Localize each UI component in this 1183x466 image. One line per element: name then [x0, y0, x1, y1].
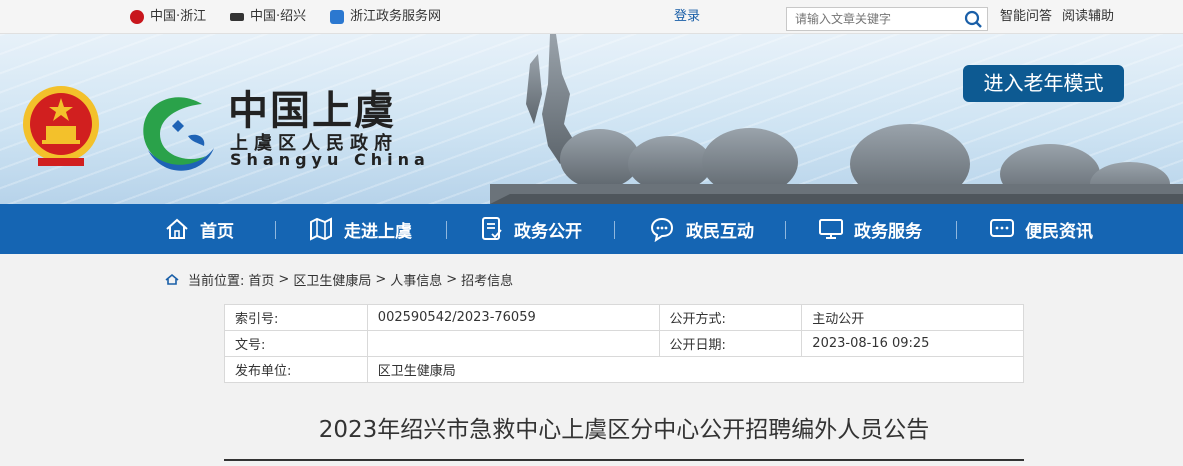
nav-home[interactable]: 首页 [164, 204, 234, 254]
link-zjzwfw[interactable]: 浙江政务服务网 [330, 0, 441, 33]
site-title: 中国上虞 [228, 87, 396, 134]
chat-icon [650, 217, 674, 242]
home-icon [166, 218, 188, 239]
link-zjzwfw-label: 浙江政务服务网 [350, 9, 442, 24]
breadcrumb-home[interactable]: 首页 [248, 270, 274, 289]
breadcrumb: 当前位置: 首页 > 区卫生健康局 > 人事信息 > 招考信息 [164, 268, 517, 290]
site-english-name: Shangyu China [230, 150, 430, 169]
main-nav: 首页 走进上虞 政务公开 政民互动 政务服务 便民资讯 [0, 204, 1183, 254]
table-row: 发布单位: 区卫生健康局 [224, 356, 1025, 383]
nav-divider [956, 221, 957, 239]
issuer-value: 区卫生健康局 [366, 356, 1025, 383]
method-label: 公开方式: [658, 304, 803, 331]
reading-aid-link[interactable]: 阅读辅助 [1062, 0, 1114, 33]
breadcrumb-recruitment[interactable]: 招考信息 [461, 270, 513, 289]
doc-number-label: 文号: [224, 330, 368, 357]
nav-divider [785, 221, 786, 239]
nav-divider [614, 221, 615, 239]
login-link[interactable]: 登录 [674, 0, 700, 33]
index-value: 002590542/2023-76059 [366, 304, 660, 331]
doc-number-value [366, 330, 660, 357]
elephant-sculpture-image [490, 34, 1183, 204]
header-banner: 中国上虞 上虞区人民政府 Shangyu China 进入老年模式 [0, 34, 1183, 204]
issuer-label: 发布单位: [224, 356, 368, 383]
search-input[interactable] [787, 8, 955, 30]
nav-interaction[interactable]: 政民互动 [648, 204, 754, 254]
nav-convenience-label: 便民资讯 [1025, 221, 1093, 242]
nav-divider [446, 221, 447, 239]
document-info-table: 索引号: 002590542/2023-76059 公开方式: 主动公开 文号:… [224, 304, 1025, 383]
national-emblem-icon [130, 9, 144, 24]
link-zhejiang-label: 中国·浙江 [150, 9, 207, 24]
search-box [786, 7, 988, 31]
breadcrumb-separator: > [278, 271, 290, 287]
map-icon [310, 217, 332, 241]
search-icon [964, 10, 982, 28]
table-row: 索引号: 002590542/2023-76059 公开方式: 主动公开 [224, 304, 1024, 331]
document-icon [482, 217, 502, 240]
zjzwfw-logo-icon [330, 9, 344, 24]
nav-convenience[interactable]: 便民资讯 [989, 204, 1093, 254]
link-zhejiang[interactable]: 中国·浙江 [130, 0, 206, 33]
breadcrumb-label: 当前位置: [188, 273, 245, 289]
nav-services[interactable]: 政务服务 [818, 204, 922, 254]
breadcrumb-separator: > [446, 271, 458, 287]
monitor-icon [819, 219, 843, 239]
national-emblem-icon [23, 86, 99, 166]
nav-home-label: 首页 [200, 221, 234, 242]
article-title: 2023年绍兴市急救中心上虞区分中心公开招聘编外人员公告 [318, 417, 930, 443]
breadcrumb-personnel[interactable]: 人事信息 [390, 270, 442, 289]
search-button[interactable] [961, 8, 987, 30]
nav-gov-info[interactable]: 政务公开 [480, 204, 582, 254]
nav-about[interactable]: 走进上虞 [308, 204, 412, 254]
link-shaoxing[interactable]: 中国·绍兴 [230, 0, 306, 33]
nav-services-label: 政务服务 [854, 221, 922, 242]
top-bar: 中国·浙江 中国·绍兴 浙江政务服务网 登录 智能问答 阅读辅助 [0, 0, 1183, 34]
nav-gov-info-label: 政务公开 [514, 221, 582, 242]
nav-about-label: 走进上虞 [344, 221, 412, 242]
smart-qa-link[interactable]: 智能问答 [1000, 0, 1052, 33]
method-value: 主动公开 [801, 304, 1024, 331]
shangyu-logo-icon [143, 97, 214, 171]
nav-divider [275, 221, 276, 239]
date-value: 2023-08-16 09:25 [801, 330, 1024, 357]
breadcrumb-separator: > [375, 271, 387, 287]
home-icon [165, 273, 179, 285]
table-row: 文号: 公开日期: 2023-08-16 09:25 [224, 330, 1024, 357]
shaoxing-logo-icon [230, 12, 244, 21]
date-label: 公开日期: [658, 330, 803, 357]
index-label: 索引号: [224, 304, 368, 331]
breadcrumb-health-bureau[interactable]: 区卫生健康局 [293, 270, 371, 289]
link-shaoxing-label: 中国·绍兴 [250, 9, 307, 24]
message-icon [990, 219, 1014, 237]
title-divider [224, 459, 1024, 461]
nav-interaction-label: 政民互动 [686, 221, 754, 242]
